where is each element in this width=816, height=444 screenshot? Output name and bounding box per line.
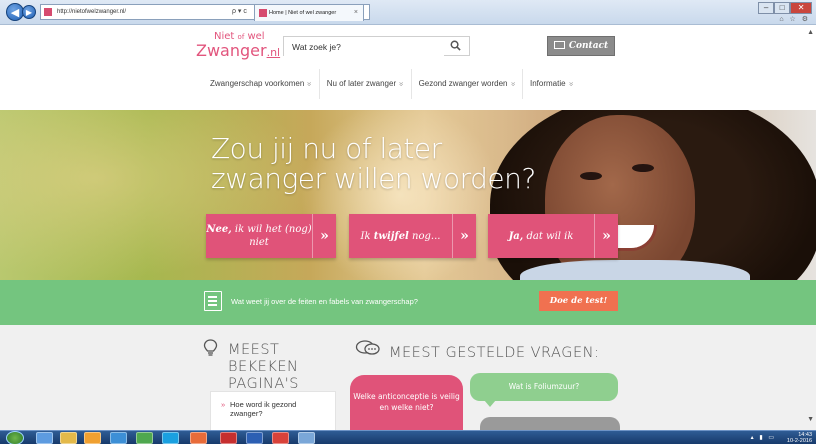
taskbar-browser-icon[interactable] [110,432,127,444]
choice-nee-button[interactable]: Nee, ik wil het (nog) niet » [206,214,336,258]
most-viewed-card: Hoe word ik gezond zwanger? [210,391,336,433]
chevron-right-icon: » [452,214,476,258]
do-test-button[interactable]: Doe de test! [539,291,618,311]
address-tools[interactable]: ρ ▾ c [232,7,247,15]
nav-item-gezond-zwanger-worden[interactable]: Gezond zwanger worden» [412,69,523,99]
quiz-checklist-icon [204,291,222,311]
forward-button[interactable]: ▶ [22,5,36,19]
close-window-button[interactable]: ✕ [790,2,813,14]
chevron-down-icon: » [566,81,576,87]
browser-tab[interactable]: Home | Niet of wel zwanger × [254,4,364,21]
minimize-button[interactable]: – [758,2,775,14]
chevron-right-icon: » [594,214,618,258]
window-controls: – □ ✕ [758,2,813,14]
tab-close-icon[interactable]: × [354,5,358,21]
taskbar-pdf-icon[interactable] [220,432,237,444]
maximize-button[interactable]: □ [774,2,791,14]
chat-bubbles-icon [355,340,380,355]
search-icon[interactable] [450,40,461,51]
site-header: Niet of wel Zwanger.nl Contact Zwangersc… [0,25,816,110]
contact-button[interactable]: Contact [547,36,615,56]
mail-icon [553,41,565,49]
chevron-right-icon: » [312,214,336,258]
quiz-text: Wat weet jij over de feiten en fabels va… [231,297,418,306]
choice-twijfel-button[interactable]: Ik twijfel nog... » [349,214,476,258]
search-input[interactable] [284,38,444,56]
taskbar-word-icon[interactable] [246,432,263,444]
taskbar-media-icon[interactable] [84,432,101,444]
site-favicon-icon [44,8,52,16]
tab-favicon-icon [259,9,267,17]
search-box [283,36,470,56]
hero-title: Zou jij nu of later zwanger willen worde… [211,132,536,195]
scroll-down-icon[interactable]: ▼ [807,416,814,423]
most-viewed-heading: Meest bekeken pagina's [228,342,299,392]
question-bubble-foliumzuur[interactable]: Wat is Foliumzuur? [470,373,618,407]
contact-label: Contact [568,41,609,51]
lightbulb-icon [203,339,218,356]
nav-item-informatie[interactable]: Informatie» [523,69,580,99]
chevron-down-icon: » [305,81,315,87]
question-bubble-anticonceptie[interactable]: Welke anticonceptie is veilig en welke n… [350,375,463,435]
taskbar-app-icon[interactable] [136,432,153,444]
browser-chrome: ◀ ▶ http://nietofwelzwanger.nl/ ρ ▾ c Ho… [0,0,816,25]
main-navigation: Zwangerschap voorkomen» Nu of later zwan… [203,69,580,99]
chevron-down-icon: » [397,81,407,87]
logo-of: of [237,33,245,41]
system-tray-icons[interactable]: ▴ ▮ ▭ [751,434,776,441]
hero-banner: Zou jij nu of later zwanger willen worde… [0,110,816,280]
nav-item-nu-of-later-zwanger[interactable]: Nu of later zwanger» [320,69,412,99]
taskbar-explorer-icon[interactable] [60,432,77,444]
most-asked-heading: Meest gestelde vragen: [389,345,600,361]
address-url: http://nietofwelzwanger.nl/ [57,9,127,15]
taskbar-ie-icon[interactable] [36,432,53,444]
taskbar-chrome-icon[interactable] [272,432,289,444]
logo-zwanger: Zwanger [196,41,267,60]
choice-ja-button[interactable]: Ja, dat wil ik » [488,214,618,258]
browser-toolbar-icons[interactable]: ⌂ ☆ ⚙ [779,15,810,23]
tab-title: Home | Niet of wel zwanger [269,10,337,16]
quiz-bar: Wat weet jij over de feiten en fabels va… [0,280,816,325]
content-section: Meest bekeken pagina's Meest gestelde vr… [0,325,816,437]
chevron-down-icon: » [508,81,518,87]
start-button[interactable] [6,431,24,444]
most-viewed-link[interactable]: Hoe word ik gezond zwanger? [221,400,329,418]
windows-taskbar: ▴ ▮ ▭ 14:43 10-2-2016 [0,430,816,444]
logo-tld: .nl [266,46,281,59]
taskbar-paint-icon[interactable] [190,432,207,444]
site-logo[interactable]: Niet of wel Zwanger.nl [196,31,280,61]
scroll-up-icon[interactable]: ▲ [807,29,814,36]
nav-item-zwangerschap-voorkomen[interactable]: Zwangerschap voorkomen» [203,69,320,99]
system-clock[interactable]: 14:43 10-2-2016 [787,432,812,444]
taskbar-skype-icon[interactable] [162,432,179,444]
taskbar-window-icon[interactable] [298,432,315,444]
